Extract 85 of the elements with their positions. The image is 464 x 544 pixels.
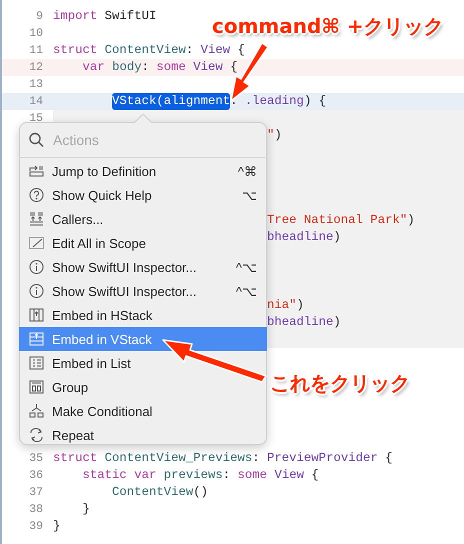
code-token: previews: [164, 467, 223, 484]
code-token: ): [274, 126, 282, 144]
code-token: :: [252, 450, 261, 467]
code-token: :: [142, 58, 150, 76]
group-icon: [28, 379, 45, 395]
code-token: View: [193, 58, 223, 76]
rows-icon: [28, 331, 45, 347]
line-number: 15: [28, 110, 43, 126]
search-icon: [28, 132, 45, 148]
code-token: {: [311, 467, 319, 484]
code-token: bheadline: [267, 314, 334, 330]
menu-item[interactable]: Callers...: [19, 207, 267, 231]
code-token: ": [267, 126, 274, 144]
columns-icon: [28, 307, 45, 323]
code-token: static: [82, 467, 127, 484]
code-token: ): [333, 314, 341, 330]
callout-text: これをクリック: [270, 370, 410, 397]
line-number: 11: [28, 42, 43, 58]
code-token: var: [134, 467, 156, 484]
callout-text: command⌘ +クリック: [212, 13, 444, 40]
code-token: .leading: [244, 92, 304, 110]
code-token: ): [296, 296, 304, 314]
shortcut-text: ⌥: [242, 188, 257, 202]
menu-item[interactable]: Embed in List: [19, 351, 267, 375]
code-token: SwiftUI: [104, 8, 156, 24]
code-token: {: [238, 42, 245, 58]
line-number: 35: [28, 451, 43, 467]
code-token: :: [222, 467, 232, 484]
line-number: 10: [28, 26, 43, 42]
code-token: some: [238, 467, 268, 484]
code-token: some: [156, 58, 186, 76]
arrows-grid-icon: [28, 211, 45, 227]
line-number: 36: [28, 468, 43, 484]
arrow-lines-icon: [28, 163, 45, 179]
code-token: ) {: [304, 92, 326, 110]
code-token: body: [112, 58, 142, 76]
code-token: struct: [53, 450, 98, 467]
info-icon: [28, 259, 45, 275]
list-icon: [28, 355, 45, 371]
code-token: ContentView: [112, 484, 194, 501]
menu-item[interactable]: Edit All in Scope: [19, 231, 267, 255]
menu-item[interactable]: Group: [19, 375, 267, 399]
line-number: 9: [35, 8, 43, 24]
line-number: 38: [28, 502, 43, 518]
shortcut-text: ^⌥: [236, 260, 257, 274]
info-icon: [28, 283, 45, 299]
code-token: ): [407, 212, 415, 228]
repeat-icon: [28, 427, 45, 443]
code-token: Tree National Park": [267, 212, 408, 228]
pencil-icon: [28, 235, 45, 251]
menu-item[interactable]: Show SwiftUI Inspector... ^⌥: [19, 255, 267, 279]
line-number: 37: [28, 485, 43, 501]
code-token: struct: [53, 42, 98, 58]
menu-item[interactable]: Make Conditional: [19, 399, 267, 423]
code-token: View: [274, 467, 304, 484]
code-token: import: [53, 8, 98, 24]
code-token: }: [53, 518, 60, 535]
shortcut-text: ^⌥: [236, 284, 257, 298]
code-token: :: [186, 42, 194, 58]
code-token: PreviewProvider: [267, 450, 378, 467]
code-token: ): [333, 228, 341, 246]
menu-item[interactable]: Repeat: [19, 423, 267, 447]
code-token: View: [200, 42, 230, 58]
code-token: var: [82, 58, 105, 76]
code-token: ContentView_Previews: [104, 450, 252, 467]
search-field[interactable]: Actions: [53, 132, 243, 148]
code-token: }: [82, 501, 90, 518]
menu-item[interactable]: Show Quick Help ⌥: [19, 183, 267, 207]
code-token: ContentView: [104, 42, 186, 58]
branch-icon: [28, 403, 45, 419]
line-number: 13: [28, 76, 43, 92]
shortcut-text: ^⌘: [238, 164, 257, 178]
menu-item[interactable]: Jump to Definition ^⌘: [19, 159, 267, 183]
code-token: {: [385, 450, 393, 467]
line-number: 14: [28, 94, 43, 110]
question-icon: [28, 187, 45, 203]
code-token: bheadline: [267, 228, 334, 246]
selected-code: VStack(alignment: [112, 92, 230, 110]
menu-item[interactable]: Embed in HStack: [19, 303, 267, 327]
line-number: 39: [28, 519, 43, 535]
code-token: (): [193, 484, 208, 501]
code-token: {: [230, 58, 238, 76]
line-number: 12: [28, 60, 43, 76]
menu-item[interactable]: Show SwiftUI Inspector... ^⌥: [19, 279, 267, 303]
code-token: nia": [267, 296, 297, 314]
